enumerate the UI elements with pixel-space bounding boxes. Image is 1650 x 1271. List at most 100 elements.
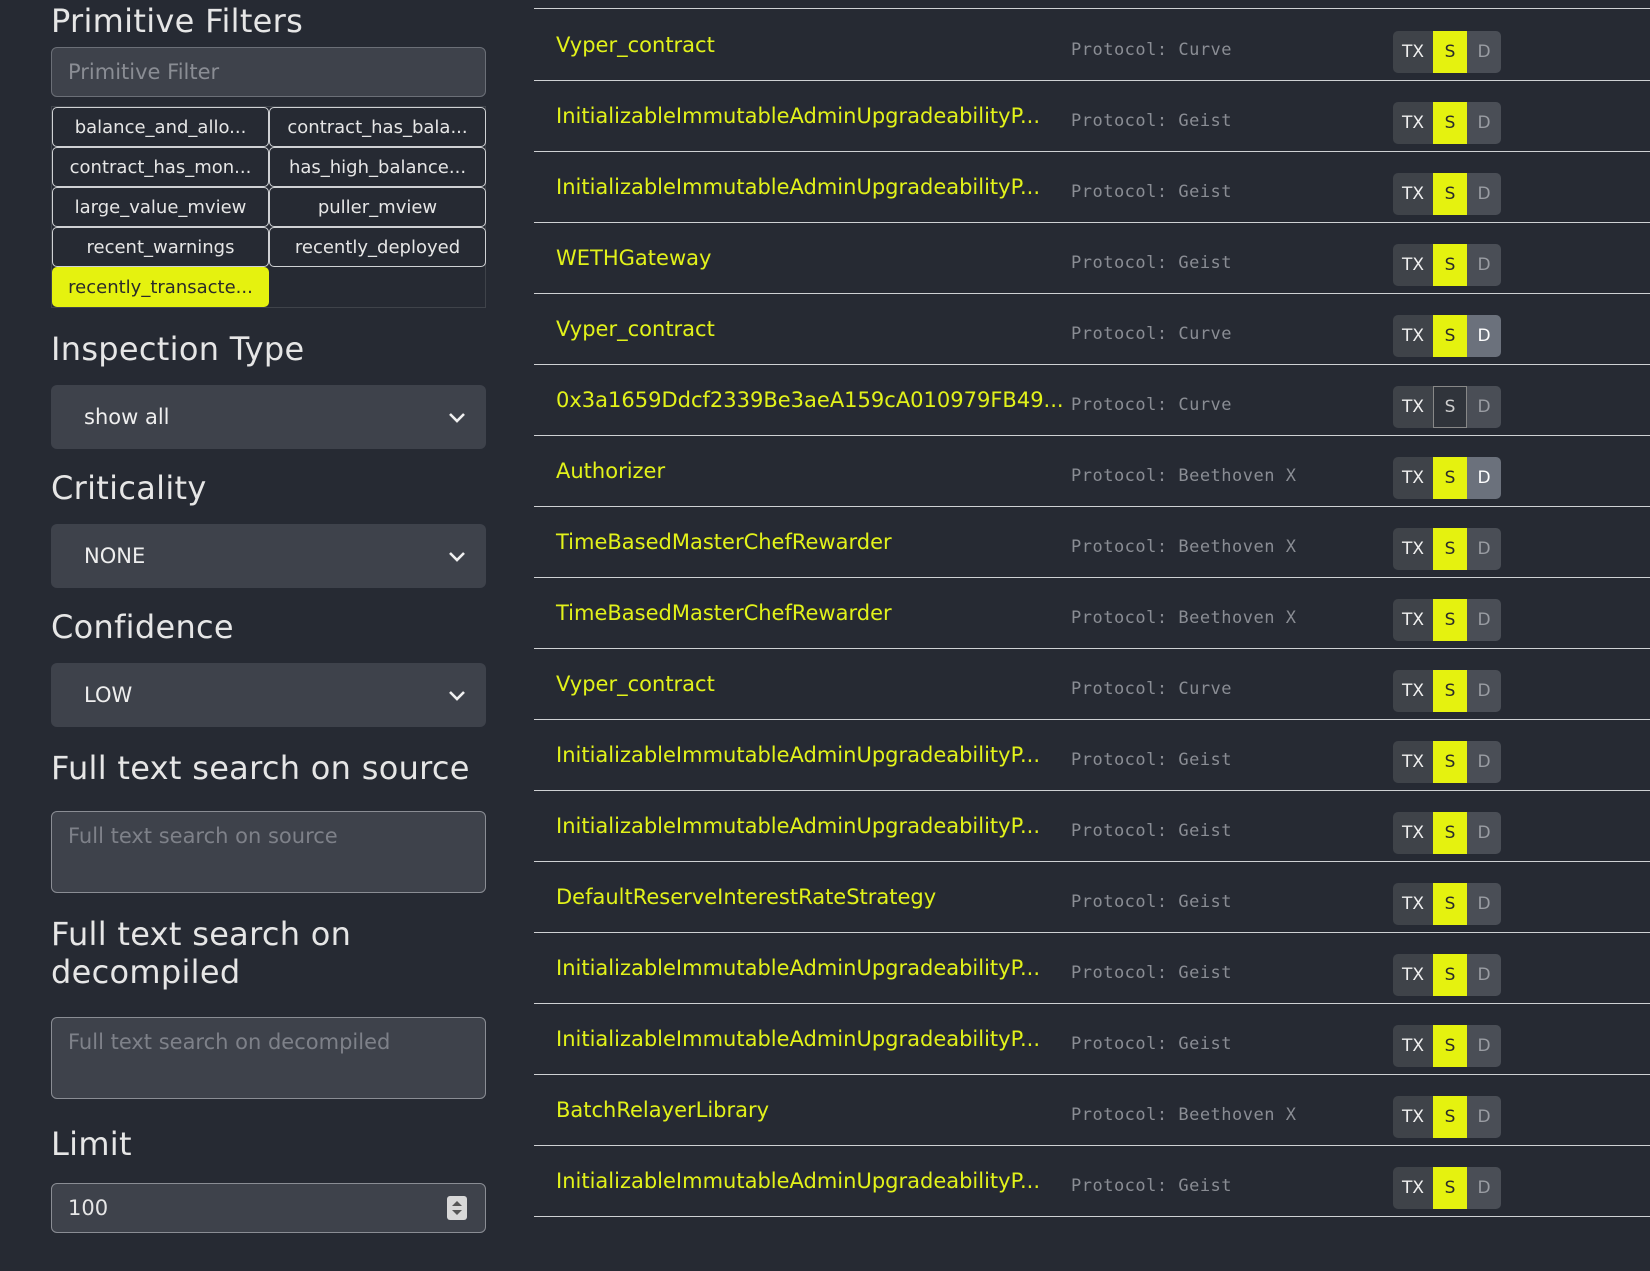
protocol-label: Protocol: Beethoven X <box>1071 1105 1297 1125</box>
protocol-label: Protocol: Geist <box>1071 111 1233 131</box>
decompiled-search-field[interactable] <box>51 1017 486 1099</box>
source-button[interactable]: S <box>1433 883 1467 925</box>
tx-button[interactable]: TX <box>1393 954 1433 996</box>
source-button[interactable]: S <box>1433 1025 1467 1067</box>
source-button[interactable]: S <box>1433 386 1467 428</box>
source-button[interactable]: S <box>1433 599 1467 641</box>
source-button[interactable]: S <box>1433 670 1467 712</box>
filter-chip[interactable]: recently_deployed <box>269 227 486 267</box>
filter-chip[interactable]: contract_has_mon... <box>52 147 269 187</box>
decompiled-button[interactable]: D <box>1467 386 1501 428</box>
filter-chip[interactable]: recent_warnings <box>52 227 269 267</box>
tx-button[interactable]: TX <box>1393 31 1433 73</box>
contract-name-link[interactable]: InitializableImmutableAdminUpgradeabilit… <box>556 1027 1040 1051</box>
inspection-type-select[interactable]: show all <box>51 385 486 449</box>
decompiled-button[interactable]: D <box>1467 599 1501 641</box>
source-button[interactable]: S <box>1433 528 1467 570</box>
decompiled-button[interactable]: D <box>1467 457 1501 499</box>
source-button[interactable]: S <box>1433 1167 1467 1209</box>
contract-name-link[interactable]: TimeBasedMasterChefRewarder <box>556 530 892 554</box>
source-button[interactable]: S <box>1433 812 1467 854</box>
tx-button[interactable]: TX <box>1393 102 1433 144</box>
contract-name-link[interactable]: WETHGateway <box>556 246 711 270</box>
primitive-filter-input[interactable] <box>51 47 486 97</box>
protocol-label: Protocol: Curve <box>1071 395 1233 415</box>
tx-button[interactable]: TX <box>1393 386 1433 428</box>
decompiled-button[interactable]: D <box>1467 741 1501 783</box>
contract-name-link[interactable]: BatchRelayerLibrary <box>556 1098 769 1122</box>
decompiled-button[interactable]: D <box>1467 31 1501 73</box>
filter-chip-label: has_high_balance... <box>288 156 467 178</box>
tx-button[interactable]: TX <box>1393 457 1433 499</box>
row-action-buttons: TX S D <box>1393 670 1501 712</box>
tx-button[interactable]: TX <box>1393 883 1433 925</box>
contract-row: InitializableImmutableAdminUpgradeabilit… <box>534 719 1650 791</box>
tx-button[interactable]: TX <box>1393 1096 1433 1138</box>
decompiled-button[interactable]: D <box>1467 528 1501 570</box>
limit-input[interactable]: 100 <box>51 1183 486 1233</box>
contract-name-link[interactable]: InitializableImmutableAdminUpgradeabilit… <box>556 956 1040 980</box>
contract-name-link[interactable]: InitializableImmutableAdminUpgradeabilit… <box>556 1169 1040 1193</box>
contract-name-link[interactable]: Vyper_contract <box>556 33 715 57</box>
decompiled-button[interactable]: D <box>1467 315 1501 357</box>
contract-name-link[interactable]: Authorizer <box>556 459 665 483</box>
decompiled-button[interactable]: D <box>1467 1025 1501 1067</box>
limit-title: Limit <box>51 1125 132 1163</box>
decompiled-button[interactable]: D <box>1467 173 1501 215</box>
filter-chip[interactable]: has_high_balance... <box>269 147 486 187</box>
decompiled-search-title: Full text search on decompiled <box>51 915 352 991</box>
decompiled-button[interactable]: D <box>1467 883 1501 925</box>
contract-name-link[interactable]: 0x3a1659Ddcf2339Be3aeA159cA010979FB49... <box>556 388 1064 412</box>
decompiled-button[interactable]: D <box>1467 244 1501 286</box>
source-button[interactable]: S <box>1433 315 1467 357</box>
contract-name-link[interactable]: InitializableImmutableAdminUpgradeabilit… <box>556 175 1040 199</box>
tx-button[interactable]: TX <box>1393 173 1433 215</box>
confidence-select[interactable]: LOW <box>51 663 486 727</box>
contract-row: DefaultReserveInterestRateStrategy Protoc… <box>534 861 1650 933</box>
tx-button[interactable]: TX <box>1393 1025 1433 1067</box>
criticality-select[interactable]: NONE <box>51 524 486 588</box>
decompiled-button[interactable]: D <box>1467 670 1501 712</box>
source-search-field[interactable] <box>51 811 486 893</box>
decompiled-button[interactable]: D <box>1467 954 1501 996</box>
contract-name-link[interactable]: InitializableImmutableAdminUpgradeabilit… <box>556 743 1040 767</box>
source-button[interactable]: S <box>1433 173 1467 215</box>
decompiled-button[interactable]: D <box>1467 1096 1501 1138</box>
protocol-label: Protocol: Curve <box>1071 324 1233 344</box>
contract-name-link[interactable]: InitializableImmutableAdminUpgradeabilit… <box>556 814 1040 838</box>
filter-chip[interactable]: large_value_mview <box>52 187 269 227</box>
number-stepper-icon[interactable] <box>447 1196 467 1220</box>
source-search-title: Full text search on source <box>51 749 470 787</box>
tx-button[interactable]: TX <box>1393 528 1433 570</box>
contract-name-link[interactable]: Vyper_contract <box>556 672 715 696</box>
source-button[interactable]: S <box>1433 102 1467 144</box>
source-button[interactable]: S <box>1433 31 1467 73</box>
decompiled-button[interactable]: D <box>1467 1167 1501 1209</box>
decompiled-button[interactable]: D <box>1467 812 1501 854</box>
filter-chip[interactable]: balance_and_allo... <box>52 107 269 147</box>
contract-name-link[interactable]: InitializableImmutableAdminUpgradeabilit… <box>556 104 1040 128</box>
source-button[interactable]: S <box>1433 741 1467 783</box>
contract-row: InitializableImmutableAdminUpgradeabilit… <box>534 80 1650 152</box>
tx-button[interactable]: TX <box>1393 812 1433 854</box>
tx-button[interactable]: TX <box>1393 1167 1433 1209</box>
source-button[interactable]: S <box>1433 1096 1467 1138</box>
contract-name-link[interactable]: DefaultReserveInterestRateStrategy <box>556 885 936 909</box>
tx-button[interactable]: TX <box>1393 244 1433 286</box>
tx-button[interactable]: TX <box>1393 670 1433 712</box>
decompiled-button[interactable]: D <box>1467 102 1501 144</box>
source-button[interactable]: S <box>1433 457 1467 499</box>
contract-name-link[interactable]: TimeBasedMasterChefRewarder <box>556 601 892 625</box>
source-button[interactable]: S <box>1433 954 1467 996</box>
tx-button[interactable]: TX <box>1393 315 1433 357</box>
filter-chip[interactable]: contract_has_bala... <box>269 107 486 147</box>
contract-name-link[interactable]: Vyper_contract <box>556 317 715 341</box>
tx-button[interactable]: TX <box>1393 741 1433 783</box>
row-action-buttons: TX S D <box>1393 244 1501 286</box>
row-action-buttons: TX S D <box>1393 102 1501 144</box>
tx-button[interactable]: TX <box>1393 599 1433 641</box>
source-button[interactable]: S <box>1433 244 1467 286</box>
filter-chip[interactable]: recently_transacte... <box>52 267 269 307</box>
filter-chip[interactable]: puller_mview <box>269 187 486 227</box>
contract-row: TimeBasedMasterChefRewarder Protocol: Bee… <box>534 506 1650 578</box>
